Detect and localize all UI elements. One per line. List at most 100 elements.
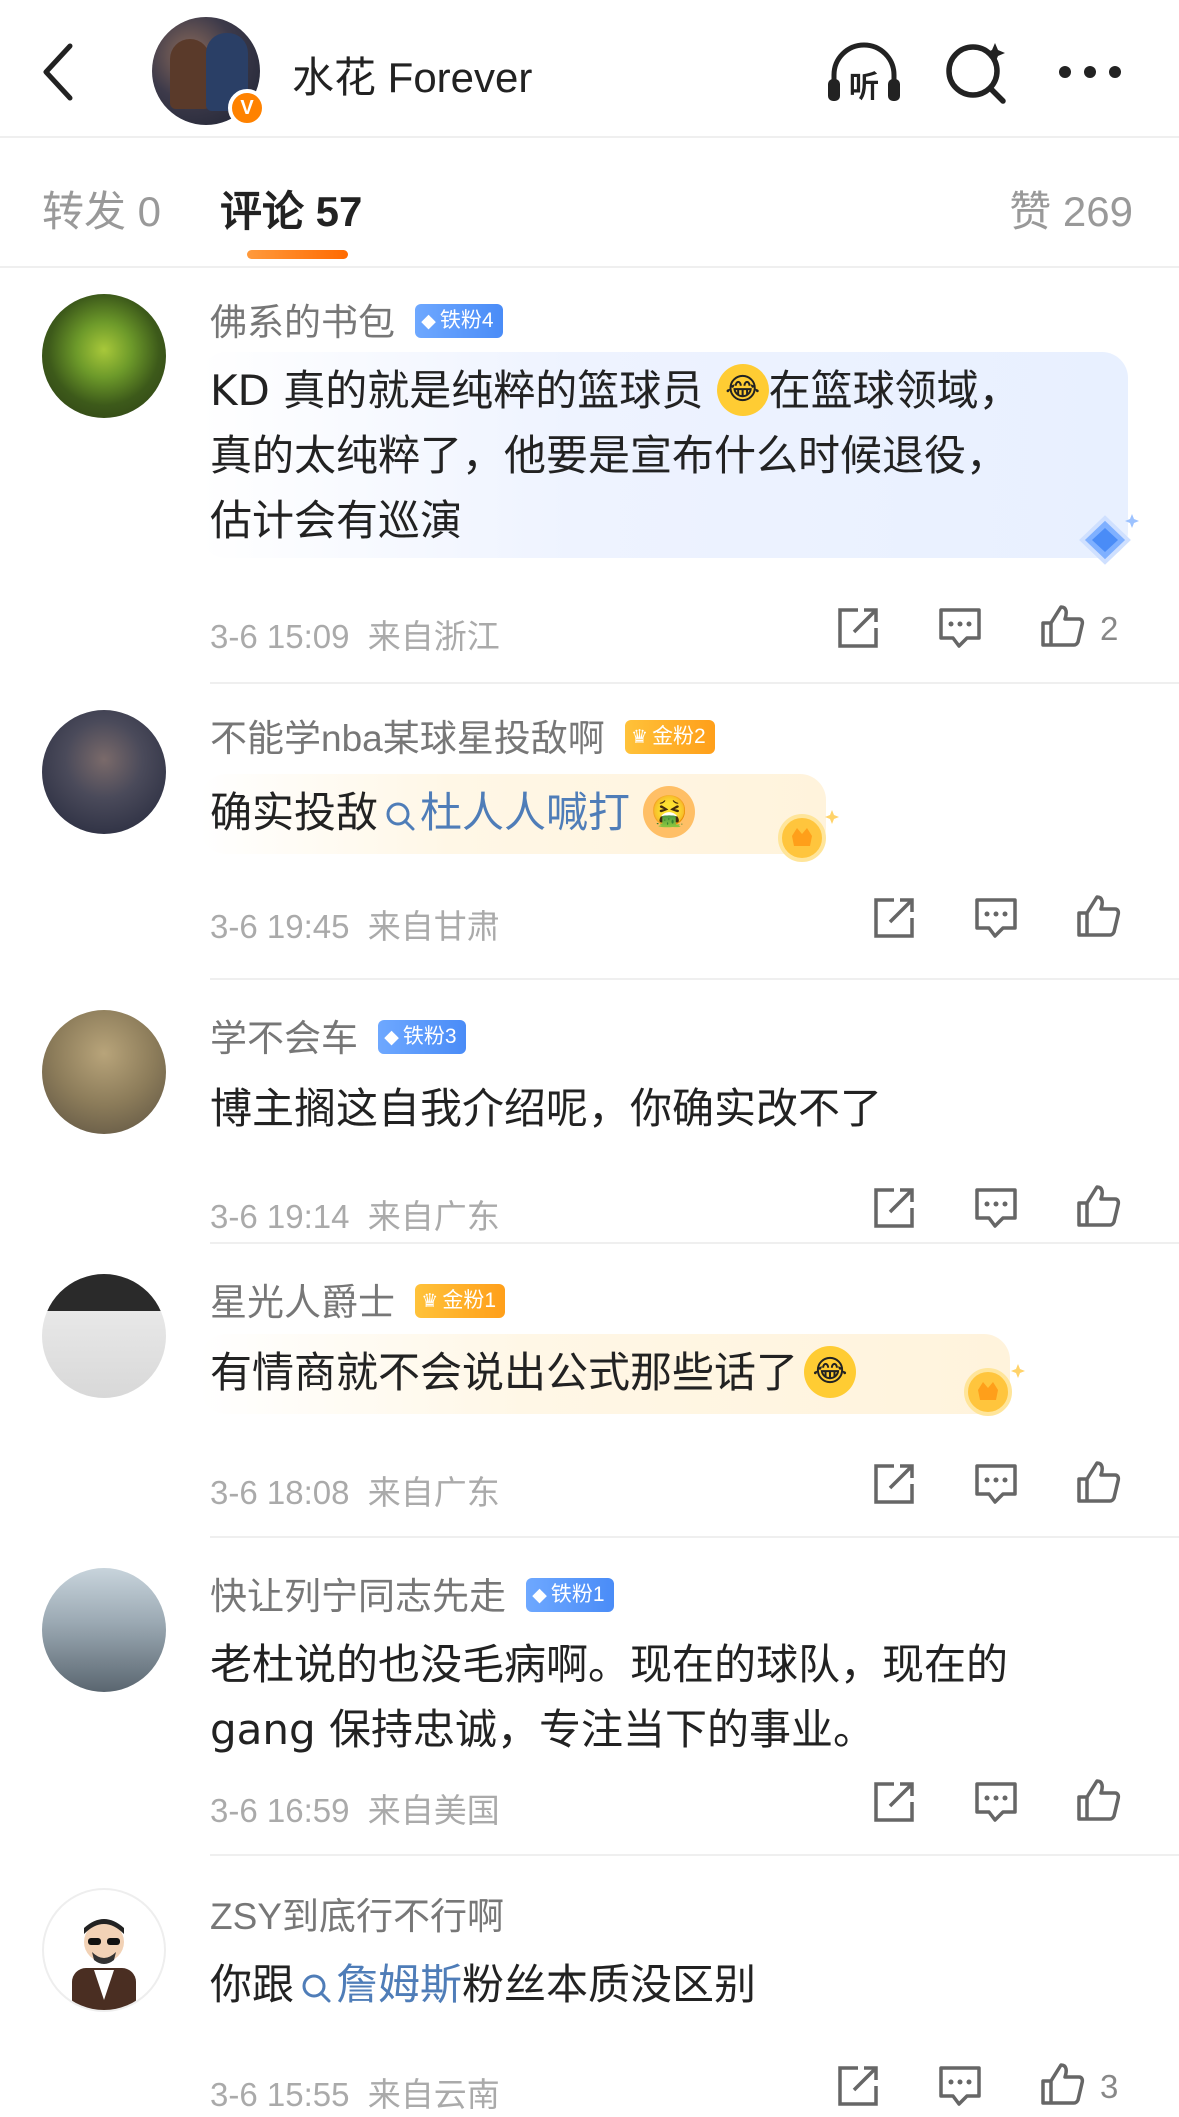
topic-label: 詹姆斯 (336, 1960, 463, 2009)
active-tab-indicator (247, 250, 348, 259)
thumbs-up-icon (1077, 1185, 1121, 1227)
search-icon (946, 43, 1006, 104)
reply-button[interactable] (966, 1178, 1026, 1238)
like-button[interactable] (1068, 886, 1128, 946)
more-icon (1059, 66, 1121, 78)
tab-repost[interactable]: 转发 0 (42, 178, 161, 239)
like-button[interactable] (1068, 1176, 1128, 1236)
share-icon (838, 608, 878, 648)
thumbs-up-icon (1041, 2063, 1085, 2105)
fan-badge: ♛ 金粉1 (415, 1284, 506, 1319)
comment-text-line: gang 保持忠诚，专注当下的事业。 (210, 1705, 876, 1754)
like-count: 2 (1100, 610, 1119, 647)
comment-text-part: 粉丝本质没区别 (462, 1960, 757, 2009)
tab-comments[interactable]: 评论 57 (220, 178, 362, 239)
share-button[interactable] (864, 1178, 924, 1238)
topic-label: 杜人人喊打 (420, 788, 631, 837)
share-icon (874, 1782, 914, 1822)
comment-time: 3-6 15:09 (210, 618, 350, 655)
divider (210, 1536, 1179, 1538)
comment-text-line: 在篮球领域， (768, 366, 1021, 415)
comment-location: 来自广东 (367, 1198, 500, 1235)
thumbs-up-icon (1077, 895, 1121, 937)
comment-time: 3-6 19:45 (210, 908, 350, 945)
share-button[interactable] (828, 598, 888, 658)
thumbs-up-icon (1077, 1779, 1121, 1821)
avatar-illustration (72, 1919, 136, 2010)
commenter-name-row: ZSY到底行不行啊 (210, 1886, 504, 1940)
comment-text-part: 有情商就不会说出公式那些话了 (210, 1348, 799, 1397)
commenter-name[interactable]: 星光人爵士 (210, 1282, 395, 1323)
commenter-avatar[interactable] (42, 1568, 166, 1692)
gold-crown-decoration-icon (778, 810, 839, 862)
like-button[interactable] (1032, 596, 1092, 656)
author-avatar[interactable]: V (152, 17, 266, 127)
like-button[interactable] (1032, 2054, 1092, 2114)
thumbs-up-icon (1077, 1461, 1121, 1503)
reply-button[interactable] (966, 1772, 1026, 1832)
crying-laughing-emoji-icon: 😂 (804, 1345, 857, 1398)
search-icon (386, 802, 415, 830)
comment-icon (975, 1464, 1017, 1504)
commenter-name-row: 佛系的书包 ◆ 铁粉4 (210, 292, 503, 346)
fan-badge: ◆ 铁粉3 (378, 1020, 466, 1055)
commenter-name[interactable]: 快让列宁同志先走 (210, 1576, 506, 1617)
comment-text-part: 确实投敌 (210, 788, 379, 837)
laughing-emoji-icon: 😂 (716, 363, 769, 416)
vomit-emoji-icon: 🤮 (643, 785, 696, 838)
fan-badge: ◆ 铁粉4 (415, 304, 503, 339)
reply-button[interactable] (930, 2056, 990, 2116)
like-count: 3 (1100, 2068, 1119, 2105)
topic-link[interactable]: 詹姆斯 (294, 1960, 462, 2009)
commenter-name[interactable]: 学不会车 (210, 1018, 358, 1059)
commenter-name[interactable]: 不能学nba某球星投敌啊 (210, 718, 605, 759)
commenter-avatar[interactable] (42, 294, 166, 418)
commenter-avatar[interactable] (42, 1274, 166, 1398)
fan-badge-label: 铁粉1 (550, 1583, 605, 1607)
commenter-avatar[interactable] (42, 710, 166, 834)
more-button[interactable] (1050, 34, 1130, 110)
crown-icon: ♛ (631, 727, 649, 749)
comment-icon (939, 2066, 981, 2106)
search-button[interactable] (936, 34, 1016, 110)
comment-text-line: KD 真的就是纯粹的篮球员 (210, 366, 704, 415)
comment-time: 3-6 19:14 (210, 1198, 350, 1235)
listen-button[interactable]: 听 (824, 34, 904, 110)
divider (210, 1854, 1179, 1856)
commenter-avatar[interactable] (42, 1888, 166, 2012)
back-button[interactable] (28, 36, 88, 108)
share-button[interactable] (864, 1772, 924, 1832)
reply-button[interactable] (966, 1454, 1026, 1514)
comment-text: 博主搁这自我介绍呢，你确实改不了 (210, 1084, 883, 1133)
reply-button[interactable] (930, 598, 990, 658)
comment-text: 老杜说的也没毛病啊。现在的球队，现在的 gang 保持忠诚，专注当下的事业。 (210, 1632, 1008, 1762)
comment-icon (975, 898, 1017, 938)
author-name[interactable]: 水花 Forever (292, 44, 532, 105)
comment-meta: 3-6 19:45 来自甘肃 (210, 900, 500, 948)
listen-icon: 听 (828, 42, 900, 105)
avatar-figure (170, 39, 210, 109)
commenter-avatar[interactable] (42, 1010, 166, 1134)
share-icon (874, 1464, 914, 1504)
share-button[interactable] (864, 888, 924, 948)
comment-location: 来自云南 (367, 2076, 500, 2113)
like-button[interactable] (1068, 1770, 1128, 1830)
tab-likes[interactable]: 赞 269 (1009, 178, 1133, 239)
comment-icon (975, 1188, 1017, 1228)
topic-link[interactable]: 杜人人喊打 (378, 788, 630, 837)
diamond-decoration-icon (1079, 514, 1139, 565)
comment-meta: 3-6 15:55 来自云南 (210, 2068, 500, 2116)
commenter-name-row: 不能学nba某球星投敌啊 ♛ 金粉2 (210, 708, 715, 762)
share-button[interactable] (864, 1454, 924, 1514)
comment-text: KD 真的就是纯粹的篮球员 😂 在篮球领域， 真的太纯粹了，他要是宣布什么时候退役… (210, 358, 1021, 553)
share-icon (874, 898, 914, 938)
fan-badge: ◆ 铁粉1 (526, 1578, 614, 1613)
like-button[interactable] (1068, 1452, 1128, 1512)
commenter-name[interactable]: ZSY到底行不行啊 (210, 1896, 504, 1937)
comment-text: 你跟 詹姆斯粉丝本质没区别 (210, 1952, 756, 2017)
share-button[interactable] (828, 2056, 888, 2116)
reply-button[interactable] (966, 888, 1026, 948)
comment-icon (975, 1782, 1017, 1822)
commenter-name[interactable]: 佛系的书包 (210, 302, 395, 343)
commenter-name-row: 快让列宁同志先走 ◆ 铁粉1 (210, 1566, 614, 1620)
